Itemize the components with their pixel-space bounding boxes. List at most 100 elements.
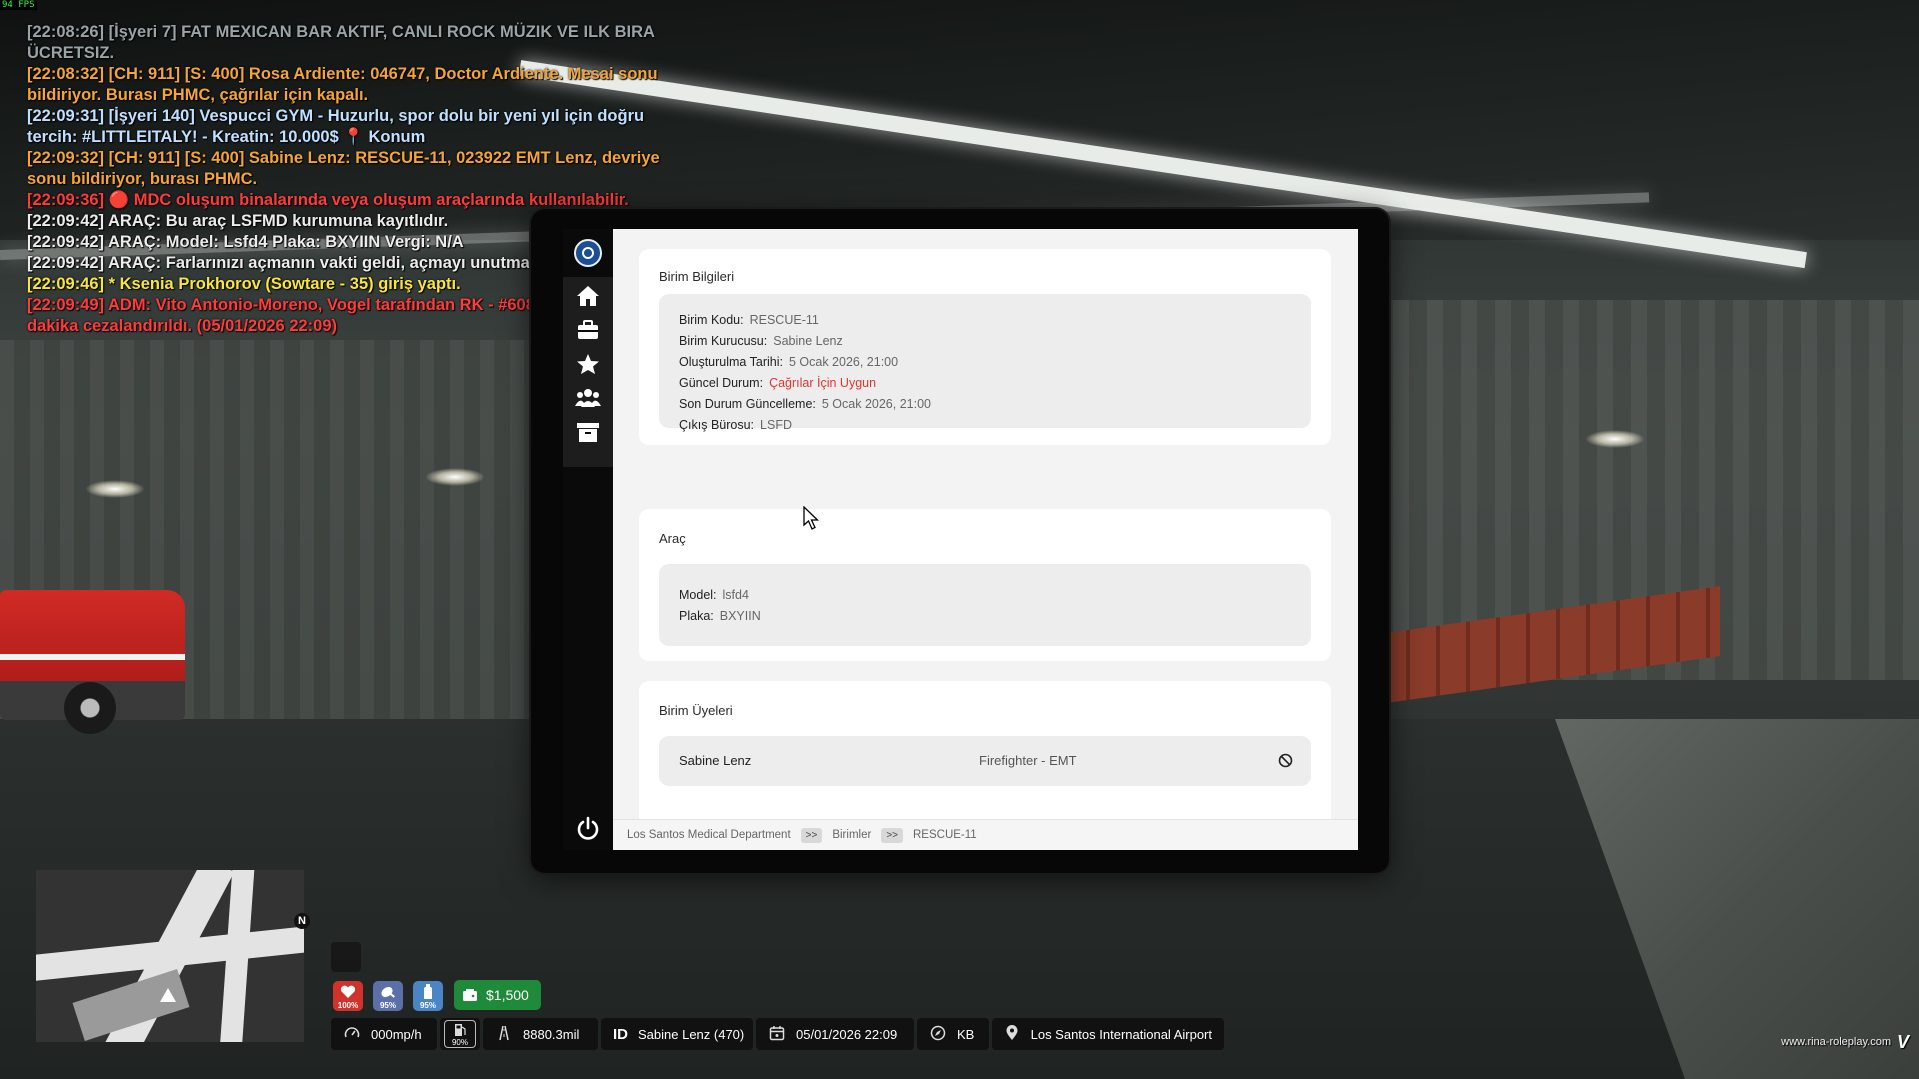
heart-icon xyxy=(340,985,356,998)
player-name: Sabine Lenz (470) xyxy=(638,1026,745,1042)
wallet-icon xyxy=(463,989,477,1001)
star-icon[interactable] xyxy=(575,353,601,379)
speed-value: 000mp/h xyxy=(371,1026,422,1042)
office-value: LSFD xyxy=(760,418,792,432)
breadcrumb-separator: >> xyxy=(881,827,903,843)
unit-info-card: Birim Bilgileri Birim Kodu: RESCUE-11 Bir… xyxy=(639,249,1331,445)
wall-lamp xyxy=(1585,430,1645,448)
speed-panel: 000mp/h xyxy=(331,1018,437,1050)
odometer-value: 8880.3mil xyxy=(523,1026,580,1042)
users-icon[interactable] xyxy=(575,387,601,413)
health-value: 100% xyxy=(337,1001,359,1010)
fuel-panel: 90% xyxy=(440,1018,480,1050)
compass-north: N xyxy=(294,913,310,929)
last-update-value: 5 Ocak 2026, 21:00 xyxy=(821,397,931,411)
chat-message: [22:09:31] [İşyeri 140] Vespucci GYM - H… xyxy=(27,107,649,146)
hud-empty-slot xyxy=(331,942,361,972)
breadcrumb-current: RESCUE-11 xyxy=(913,829,977,841)
water-bottle-icon xyxy=(424,984,432,999)
calendar-icon xyxy=(768,1025,786,1043)
vehicle-plate-row: Plaka: BXYIIN xyxy=(679,609,761,623)
fuel-value: 90% xyxy=(451,1038,468,1047)
chat-message: [22:08:32] [CH: 911] [S: 400] Rosa Ardie… xyxy=(27,65,663,104)
minimap xyxy=(36,870,304,1042)
last-update-row: Son Durum Güncelleme: 5 Ocak 2026, 21:00 xyxy=(679,397,931,411)
member-row[interactable]: Sabine Lenz Firefighter - EMT xyxy=(659,736,1311,786)
unit-code-label: Birim Kodu: xyxy=(679,313,744,327)
breadcrumb-department[interactable]: Los Santos Medical Department xyxy=(627,829,791,841)
money-display: $1,500 xyxy=(454,980,541,1010)
archive-icon[interactable] xyxy=(575,421,601,447)
location-pin-icon xyxy=(1004,1025,1021,1043)
food-icon xyxy=(381,986,395,998)
truck-stripe xyxy=(0,654,185,660)
fps-counter: 94 FPS xyxy=(0,0,37,10)
vehicle-card: Araç Model: lsfd4 Plaka: BXYIIN xyxy=(639,509,1331,661)
chat-message: [22:09:36] 🔴 MDC oluşum binalarında veya… xyxy=(27,191,629,209)
vehicle-details: Model: lsfd4 Plaka: BXYIIN xyxy=(659,564,1311,646)
breadcrumb-separator: >> xyxy=(800,827,823,843)
health-status: 100% xyxy=(333,981,363,1011)
hunger-value: 95% xyxy=(379,1001,396,1010)
truck-wheel xyxy=(64,682,116,734)
fire-truck xyxy=(0,590,185,734)
breadcrumb: Los Santos Medical Department >> Birimle… xyxy=(613,819,1358,850)
current-status-label: Güncel Durum: xyxy=(679,376,764,390)
player-arrow-icon xyxy=(160,988,176,1002)
unit-founder-row: Birim Kurucusu: Sabine Lenz xyxy=(679,334,843,348)
created-date-label: Oluşturulma Tarihi: xyxy=(679,355,783,369)
power-icon[interactable] xyxy=(575,816,601,842)
remove-icon[interactable] xyxy=(1278,753,1293,768)
vehicle-title: Araç xyxy=(659,531,686,546)
unit-founder-value: Sabine Lenz xyxy=(773,334,843,348)
mdc-sidebar xyxy=(563,229,613,850)
created-date-row: Oluşturulma Tarihi: 5 Ocak 2026, 21:00 xyxy=(679,355,898,369)
unit-info-title: Birim Bilgileri xyxy=(659,269,735,284)
odometer-panel: 8880.3mil xyxy=(483,1018,598,1050)
office-label: Çıkış Bürosu: xyxy=(679,418,755,432)
fuel-pump-icon xyxy=(455,1024,466,1036)
briefcase-icon[interactable] xyxy=(575,319,601,345)
vehicle-plate-value: BXYIIN xyxy=(719,609,761,623)
mdc-content: Birim Bilgileri Birim Kodu: RESCUE-11 Bir… xyxy=(613,229,1358,820)
direction-panel: KB xyxy=(917,1018,989,1050)
chat-message: [22:08:26] [İşyeri 7] FAT MEXICAN BAR AK… xyxy=(27,23,659,62)
mdc-tablet: Birim Bilgileri Birim Kodu: RESCUE-11 Bir… xyxy=(531,209,1389,873)
location-panel: Los Santos International Airport xyxy=(992,1018,1224,1050)
fuel-box: 90% xyxy=(444,1020,476,1048)
home-icon[interactable] xyxy=(575,285,601,311)
member-rank: Firefighter - EMT xyxy=(979,753,1077,768)
wall-lamp xyxy=(85,480,145,498)
chat-message: [22:09:32] [CH: 911] [S: 400] Sabine Len… xyxy=(27,149,665,188)
thirst-status: 95% xyxy=(413,981,443,1011)
office-row: Çıkış Bürosu: LSFD xyxy=(679,418,792,432)
unit-info-details: Birim Kodu: RESCUE-11 Birim Kurucusu: Sabi… xyxy=(659,294,1311,432)
unit-code-row: Birim Kodu: RESCUE-11 xyxy=(679,313,819,327)
thirst-value: 95% xyxy=(419,1001,436,1010)
department-logo[interactable] xyxy=(574,239,602,267)
money-value: $1,500 xyxy=(486,987,529,1003)
members-card: Birim Üyeleri Sabine Lenz Firefighter - … xyxy=(639,681,1331,820)
current-status-value: Çağrılar İçin Uygun xyxy=(769,376,877,390)
vehicle-plate-label: Plaka: xyxy=(679,609,714,623)
speedometer-icon xyxy=(343,1025,361,1043)
hunger-status: 95% xyxy=(373,981,403,1011)
breadcrumb-units[interactable]: Birimler xyxy=(832,829,871,841)
members-title: Birim Üyeleri xyxy=(659,703,733,718)
player-id-panel: ID Sabine Lenz (470) xyxy=(601,1018,753,1050)
vehicle-model-label: Model: xyxy=(679,588,717,602)
created-date-value: 5 Ocak 2026, 21:00 xyxy=(788,355,899,369)
vehicle-model-row: Model: lsfd4 xyxy=(679,588,749,602)
mdc-screen: Birim Bilgileri Birim Kodu: RESCUE-11 Bir… xyxy=(563,229,1358,850)
current-status-row: Güncel Durum: Çağrılar İçin Uygun xyxy=(679,376,876,390)
road-icon xyxy=(495,1025,513,1043)
datetime-value: 05/01/2026 22:09 xyxy=(796,1026,898,1042)
location-value: Los Santos International Airport xyxy=(1030,1026,1212,1042)
wall-lamp xyxy=(425,468,485,486)
datetime-panel: 05/01/2026 22:09 xyxy=(756,1018,914,1050)
id-badge: ID xyxy=(613,1025,628,1043)
unit-code-value: RESCUE-11 xyxy=(749,313,819,327)
compass-icon xyxy=(929,1025,947,1043)
direction-value: KB xyxy=(957,1026,975,1042)
unit-founder-label: Birim Kurucusu: xyxy=(679,334,768,348)
